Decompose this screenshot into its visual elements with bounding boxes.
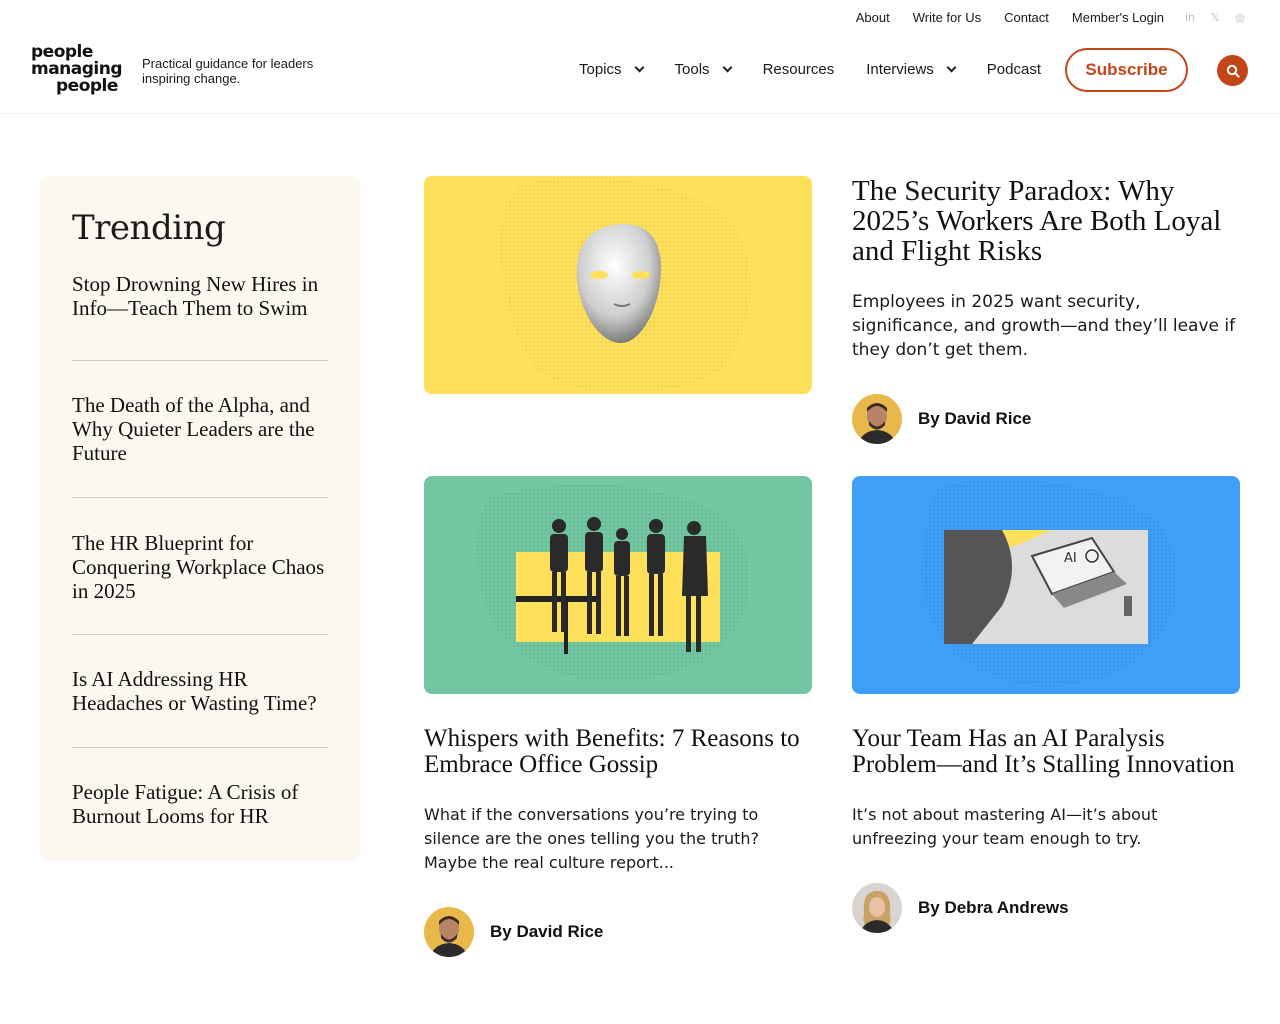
linkedin-icon[interactable]: in xyxy=(1184,11,1196,24)
author-photo-icon xyxy=(852,394,902,444)
site-header: people managing people Practical guidanc… xyxy=(0,30,1280,114)
nav-item-tools[interactable]: Tools xyxy=(674,61,733,78)
nav-item-label: Resources xyxy=(762,61,835,78)
nav-item-label: Interviews xyxy=(866,61,934,78)
nav-item-label: Topics xyxy=(579,61,622,78)
trending-panel: Trending Stop Drowning New Hires in Info… xyxy=(40,176,360,861)
article-title[interactable]: Whispers with Benefits: 7 Reasons to Emb… xyxy=(424,726,812,778)
mask-illustration xyxy=(500,177,751,393)
author-byline[interactable]: By David Rice xyxy=(852,394,1031,444)
nav-item-podcast[interactable]: Podcast xyxy=(987,61,1041,78)
x-icon[interactable]: 𝕏 xyxy=(1209,11,1221,24)
subscribe-button[interactable]: Subscribe xyxy=(1065,48,1188,92)
group-illustration xyxy=(477,484,749,682)
author-photo-icon xyxy=(852,883,902,933)
logo-line-3: people xyxy=(56,76,118,96)
nav-item-resources[interactable]: Resources xyxy=(763,61,835,78)
author-name: By Debra Andrews xyxy=(918,898,1069,917)
author-byline[interactable]: By Debra Andrews xyxy=(852,883,1069,933)
nav-item-label: Tools xyxy=(674,61,710,78)
members-login-link[interactable]: Member's Login xyxy=(1072,10,1164,25)
laptop-illustration: AI xyxy=(922,480,1177,687)
search-button[interactable] xyxy=(1217,55,1248,86)
featured-article-image[interactable] xyxy=(424,176,812,394)
about-link[interactable]: About xyxy=(856,10,890,25)
write-for-us-link[interactable]: Write for Us xyxy=(913,10,981,25)
avatar xyxy=(852,883,902,933)
site-logo[interactable]: people managing people xyxy=(31,44,127,95)
trending-item[interactable]: People Fatigue: A Crisis of Burnout Loom… xyxy=(72,748,328,828)
nav-item-label: Podcast xyxy=(986,61,1041,78)
article-excerpt: It’s not about mastering AI—it’s about u… xyxy=(852,805,1158,848)
trending-heading: Trending xyxy=(72,208,226,248)
trending-item[interactable]: Stop Drowning New Hires in Info—Teach Th… xyxy=(72,272,328,360)
article-image[interactable] xyxy=(424,476,812,694)
social-links: in 𝕏 ◎ xyxy=(1184,11,1246,24)
chevron-down-icon xyxy=(946,62,957,73)
nav-item-topics[interactable]: Topics xyxy=(579,61,644,78)
author-name: By David Rice xyxy=(918,409,1032,428)
main-nav: Topics Tools Resources Interviews Podcas… xyxy=(579,61,1073,78)
contact-link[interactable]: Contact xyxy=(1004,10,1049,25)
article-image[interactable]: AI xyxy=(852,476,1240,694)
avatar xyxy=(852,394,902,444)
trending-item[interactable]: Is AI Addressing HR Headaches or Wasting… xyxy=(72,635,328,747)
instagram-icon[interactable]: ◎ xyxy=(1234,11,1246,24)
author-photo-icon xyxy=(424,907,474,957)
search-icon xyxy=(1226,64,1240,78)
laptop-screen-text: AI xyxy=(1064,551,1077,566)
article-excerpt: What if the conversations you’re trying … xyxy=(424,805,759,872)
featured-article-excerpt: Employees in 2025 want security, signifi… xyxy=(852,292,1236,360)
author-name: By David Rice xyxy=(490,922,604,941)
trending-item[interactable]: The Death of the Alpha, and Why Quieter … xyxy=(72,361,328,497)
author-byline[interactable]: By David Rice xyxy=(424,907,603,957)
article-title[interactable]: Your Team Has an AI Paralysis Problem—an… xyxy=(852,726,1240,778)
utility-nav: About Write for Us Contact Member's Logi… xyxy=(833,8,1246,26)
chevron-down-icon xyxy=(634,62,644,73)
avatar xyxy=(424,907,474,957)
featured-article-title[interactable]: The Security Paradox: Why 2025’s Workers… xyxy=(852,176,1240,266)
nav-item-interviews[interactable]: Interviews xyxy=(866,61,957,78)
trending-item[interactable]: The HR Blueprint for Conquering Workplac… xyxy=(72,498,328,634)
site-tagline: Practical guidance for leaders inspiring… xyxy=(142,56,314,86)
chevron-down-icon xyxy=(722,62,733,73)
